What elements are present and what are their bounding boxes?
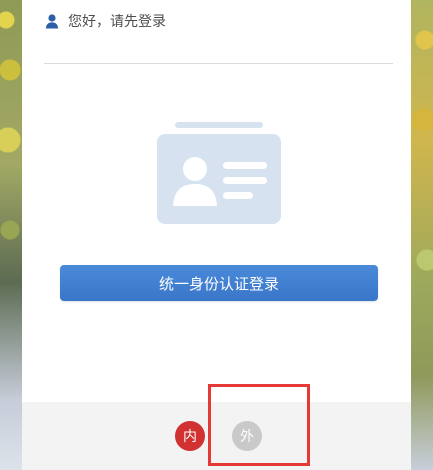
login-card: 您好，请先登录 统一身份认证登录 内 外: [22, 0, 411, 470]
id-card-icon: [157, 122, 281, 224]
login-greeting: 您好，请先登录: [44, 11, 166, 31]
highlight-box: [208, 384, 310, 466]
greeting-text: 您好，请先登录: [68, 14, 166, 30]
inner-network-button[interactable]: 内: [175, 421, 205, 451]
divider: [44, 63, 393, 64]
background-left-scenery: [0, 0, 22, 470]
background-right-scenery: [411, 0, 433, 470]
unified-login-button[interactable]: 统一身份认证登录: [60, 265, 378, 301]
user-icon: [45, 14, 59, 29]
